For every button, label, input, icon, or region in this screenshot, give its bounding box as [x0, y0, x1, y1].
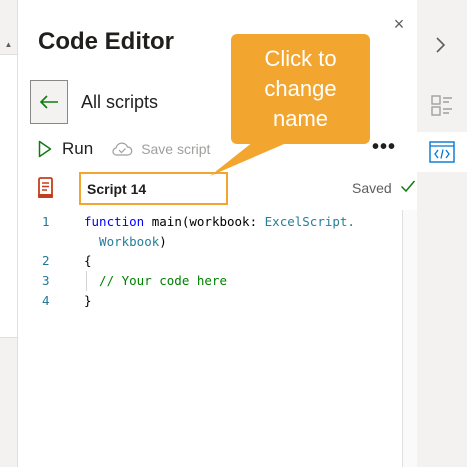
code-token: ): [159, 234, 167, 249]
close-button[interactable]: ×: [390, 14, 408, 34]
line-number: 3: [42, 273, 50, 288]
code-editor-tab[interactable]: [417, 132, 467, 172]
script-gallery-button[interactable]: [417, 86, 467, 126]
saved-status: Saved: [352, 180, 392, 196]
save-script-label: Save script: [141, 141, 211, 157]
run-label: Run: [62, 139, 94, 158]
line-number: 1: [42, 214, 50, 229]
more-options-button[interactable]: •••: [372, 136, 396, 159]
play-icon: [38, 140, 52, 158]
script-name-field[interactable]: Script 14: [79, 172, 228, 205]
line-number: 2: [42, 253, 50, 268]
code-token: main(workbook:: [144, 214, 265, 229]
code-token: {: [84, 253, 92, 268]
all-scripts-link[interactable]: All scripts: [81, 92, 158, 113]
scroll-up-arrow-icon[interactable]: ▲: [2, 36, 15, 52]
code-token: ExcelScript.: [264, 214, 355, 229]
callout-bubble: Click to change name: [231, 34, 370, 144]
left-scrollbar[interactable]: ▲: [0, 0, 18, 467]
code-editor-icon: [429, 141, 455, 163]
toolbar: Run Save script: [38, 136, 210, 162]
back-button[interactable]: [30, 80, 68, 124]
code-text: function main(workbook: ExcelScript.: [84, 212, 355, 232]
line-number: 4: [42, 293, 50, 308]
callout-text: Click to change name: [264, 46, 337, 131]
page-title: Code Editor: [38, 28, 174, 55]
script-name-row: Script 14 Saved: [36, 172, 417, 206]
checkmark-icon: [400, 180, 416, 193]
scroll-track[interactable]: [0, 54, 17, 338]
indent-guide: [86, 271, 87, 291]
chevron-right-icon[interactable]: [435, 36, 447, 54]
arrow-left-icon: [39, 95, 58, 109]
cloud-save-icon: [112, 142, 133, 156]
save-script-button[interactable]: Save script: [111, 141, 210, 157]
code-text: {: [84, 251, 92, 271]
script-gallery-icon: [431, 95, 452, 116]
run-button[interactable]: Run: [38, 139, 93, 159]
code-token: function: [84, 214, 145, 229]
script-file-icon: [38, 177, 53, 198]
code-token: // Your code here: [84, 273, 227, 288]
code-token: Workbook: [84, 234, 160, 249]
right-rail: [417, 0, 467, 467]
editor-scrollbar[interactable]: [402, 210, 417, 467]
code-text: // Your code here: [84, 271, 227, 291]
code-token: }: [84, 293, 92, 308]
code-text: Workbook): [84, 232, 167, 252]
code-text: }: [84, 291, 92, 311]
code-editor[interactable]: 1 function main(workbook: ExcelScript. Wo…: [18, 210, 417, 467]
